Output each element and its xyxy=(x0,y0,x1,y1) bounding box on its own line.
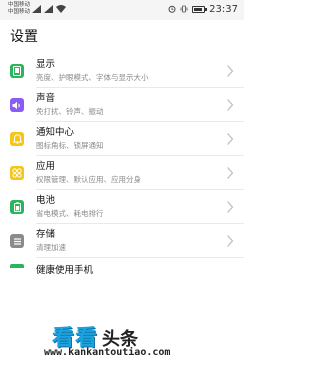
clock: 23:37 xyxy=(209,3,238,15)
settings-item-subtitle: 省电模式、耗电排行 xyxy=(36,209,104,218)
chevron-right-icon xyxy=(227,133,234,145)
settings-item-label: 电池 xyxy=(36,195,56,206)
status-bar: 中国移动 中国移动 23:37 xyxy=(0,0,244,20)
settings-item-sound[interactable]: 声音 免打扰、铃声、振动 xyxy=(0,88,244,122)
settings-item-subtitle: 图标角标、锁屏通知 xyxy=(36,141,104,150)
digital-balance-icon xyxy=(10,264,24,268)
settings-item-label: 应用 xyxy=(36,161,56,172)
chevron-right-icon xyxy=(227,99,234,111)
signal-icon xyxy=(44,5,53,13)
settings-item-display[interactable]: 显示 亮度、护眼模式、字体与显示大小 xyxy=(0,54,244,88)
settings-item-subtitle: 清理加速 xyxy=(36,243,66,252)
settings-item-label: 通知中心 xyxy=(36,127,75,138)
signal-icon xyxy=(32,5,41,13)
chevron-right-icon xyxy=(227,235,234,247)
wifi-icon xyxy=(56,5,66,13)
chevron-right-icon xyxy=(227,167,234,179)
page-title: 设置 xyxy=(10,29,38,45)
settings-item-subtitle: 亮度、护眼模式、字体与显示大小 xyxy=(36,73,149,82)
settings-list: 显示 亮度、护眼模式、字体与显示大小 声音 免打扰、铃声、振动 通知中心 图标角… xyxy=(0,54,244,278)
storage-icon xyxy=(10,234,24,248)
settings-item-label: 显示 xyxy=(36,59,56,70)
watermark-url: www.kankantoutiao.com xyxy=(44,347,171,358)
settings-item-apps[interactable]: 应用 权限管理、默认应用、应用分身 xyxy=(0,156,244,190)
battery-indicator xyxy=(192,5,208,13)
apps-icon xyxy=(10,166,24,180)
settings-item-label: 存储 xyxy=(36,229,56,240)
carrier-1: 中国移动 xyxy=(8,2,31,8)
carrier-2: 中国移动 xyxy=(8,9,31,15)
notification-icon xyxy=(10,132,24,146)
settings-item-notification-center[interactable]: 通知中心 图标角标、锁屏通知 xyxy=(0,122,244,156)
alarm-icon xyxy=(168,5,176,13)
settings-item-subtitle: 免打扰、铃声、振动 xyxy=(36,107,104,116)
settings-item-digital-balance[interactable]: 健康使用手机 xyxy=(0,258,244,278)
chevron-right-icon xyxy=(227,65,234,77)
settings-item-storage[interactable]: 存储 清理加速 xyxy=(0,224,244,258)
sound-icon xyxy=(10,98,24,112)
battery-icon xyxy=(10,200,24,214)
settings-item-subtitle: 权限管理、默认应用、应用分身 xyxy=(36,175,141,184)
battery-fill xyxy=(194,7,203,11)
chevron-right-icon xyxy=(227,201,234,213)
settings-item-battery[interactable]: 电池 省电模式、耗电排行 xyxy=(0,190,244,224)
watermark: 看看 头条 www.kankantoutiao.com xyxy=(0,318,244,365)
settings-item-label: 健康使用手机 xyxy=(36,265,94,276)
display-icon xyxy=(10,64,24,78)
settings-item-label: 声音 xyxy=(36,93,56,104)
vibrate-icon xyxy=(180,5,188,13)
